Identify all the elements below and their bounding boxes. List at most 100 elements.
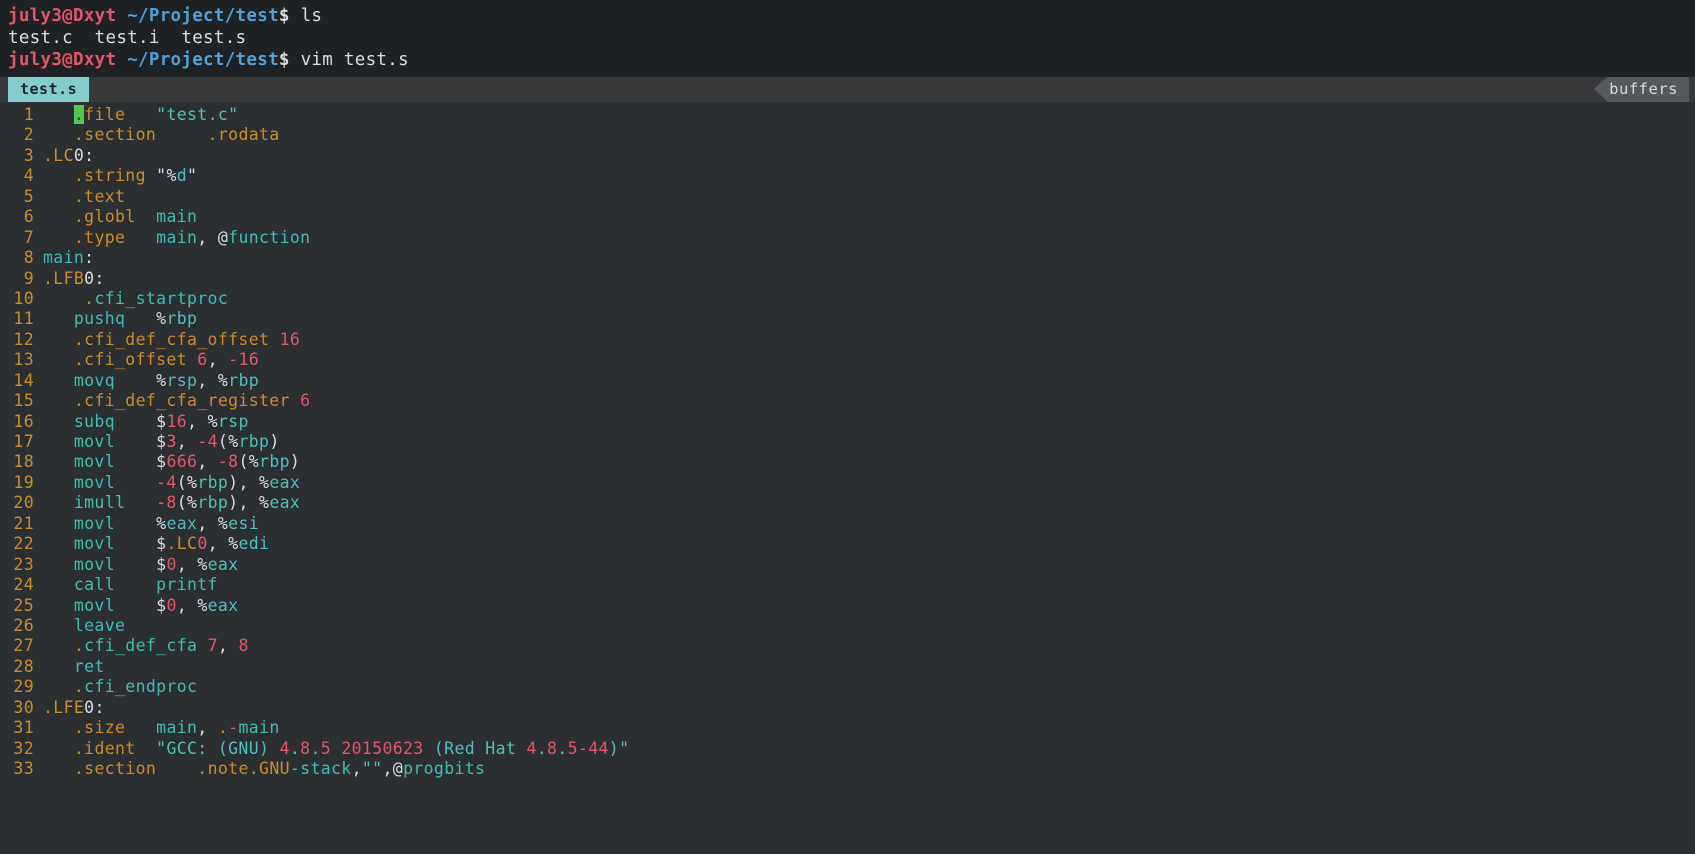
code-token: % (187, 472, 198, 492)
editor-line[interactable]: 30 .LFE0: (0, 698, 1695, 718)
code-token: ret (73, 656, 105, 676)
editor-line[interactable]: 12 .cfi_def_cfa_offset 16 (0, 330, 1695, 350)
code-token: "" (361, 759, 383, 778)
editor-line[interactable]: 16 subq $16, %rsp (0, 412, 1695, 432)
code-token: % (197, 595, 208, 615)
code-token: rsp (217, 411, 249, 431)
editor-line[interactable]: 32 .ident "GCC: (GNU) 4.8.5 20150623 (Re… (0, 739, 1695, 759)
editor-line[interactable]: 15 .cfi_def_cfa_register 6 (0, 391, 1695, 411)
code-token: . (217, 718, 229, 738)
code-token: % (156, 513, 167, 533)
editor-line[interactable]: 29 .cfi_endproc (0, 677, 1695, 697)
editor-line[interactable]: 9 .LFB0: (0, 269, 1695, 289)
editor-line[interactable]: 8 main: (0, 248, 1695, 268)
code-token: -8 (217, 452, 239, 472)
code-token: 0 (166, 595, 177, 615)
code-token: 6 (300, 391, 311, 411)
code-token: 666 (166, 452, 198, 472)
code-token: rodata (217, 125, 280, 145)
code-token: , (197, 452, 218, 472)
editor-line[interactable]: 4 .string "%d" (0, 166, 1695, 186)
buffers-indicator[interactable]: buffers (1594, 77, 1689, 102)
code-token: main (156, 227, 198, 247)
code-token: , (197, 718, 218, 738)
code-token: % (228, 534, 239, 554)
code-token: . (73, 186, 85, 206)
code-token: ), (228, 472, 260, 492)
code-token: LFB (53, 268, 85, 288)
editor-line[interactable]: 6 .globl main (0, 207, 1695, 227)
line-number: 6 (23, 207, 34, 227)
editor-line[interactable]: 33 .section .note.GNU-stack,"",@progbits (0, 759, 1695, 779)
editor-line[interactable]: 14 movq %rsp, %rbp (0, 371, 1695, 391)
editor-line[interactable]: 24 call printf (0, 575, 1695, 595)
code-token: cfi_startproc (94, 288, 229, 308)
editor-line[interactable]: 17 movl $3, -4(%rbp) (0, 432, 1695, 452)
line-number: 12 (13, 329, 34, 349)
line-number: 21 (13, 513, 34, 533)
code-token: cfi_offset (84, 350, 187, 370)
editor-line[interactable]: 1 .file "test.c" (0, 105, 1695, 125)
prompt-vim: july3@Dxyt ~/Project/test$ vim test.s (8, 49, 1687, 71)
code-token: . (557, 738, 568, 758)
editor-buffer[interactable]: 1 .file "test.c" 2 .section .rodata 3 .LC0:… (0, 102, 1695, 780)
tab-test-s[interactable]: test.s (8, 77, 90, 102)
code-token: LFE (53, 697, 85, 717)
editor-line[interactable]: 25 movl $0, %eax (0, 596, 1695, 616)
code-token: . (73, 636, 85, 656)
line-number: 16 (13, 411, 34, 431)
code-token: 6 (197, 350, 208, 370)
editor-line[interactable]: 23 movl $0, %eax (0, 555, 1695, 575)
editor-line[interactable]: 27 .cfi_def_cfa 7, 8 (0, 636, 1695, 656)
code-token: subq (73, 411, 115, 431)
line-number: 32 (13, 738, 34, 758)
code-token: )" (608, 738, 630, 758)
code-token: . (73, 207, 85, 227)
editor-line[interactable]: 3 .LC0: (0, 146, 1695, 166)
code-token: cfi_def_cfa_offset (84, 329, 270, 349)
code-token: $ (156, 554, 167, 574)
code-token: globl (84, 207, 136, 227)
editor-line[interactable]: 28 ret (0, 657, 1695, 677)
chevron-left-icon (1594, 77, 1608, 101)
code-token: . (43, 697, 54, 717)
editor-line[interactable]: 19 movl -4(%rbp), %eax (0, 473, 1695, 493)
shell-token (116, 6, 127, 26)
code-token: main (238, 718, 280, 738)
editor-line[interactable]: 22 movl $.LC0, %edi (0, 534, 1695, 554)
code-token: . (73, 350, 85, 370)
editor-line[interactable]: 10 .cfi_startproc (0, 289, 1695, 309)
editor-line[interactable]: 31 .size main, .-main (0, 718, 1695, 738)
editor-line[interactable]: 5 .text (0, 187, 1695, 207)
editor-line[interactable]: 11 pushq %rbp (0, 309, 1695, 329)
code-token: section (84, 759, 157, 778)
line-number: 7 (23, 227, 34, 247)
line-number: 29 (13, 677, 34, 697)
code-token: 8 (238, 636, 249, 656)
editor-line[interactable]: 13 .cfi_offset 6, -16 (0, 350, 1695, 370)
editor-line[interactable]: 26 leave (0, 616, 1695, 636)
code-token: . (84, 288, 95, 308)
editor-line[interactable]: 2 .section .rodata (0, 125, 1695, 145)
editor-line[interactable]: 7 .type main, @function (0, 228, 1695, 248)
editor-line[interactable]: 21 movl %eax, %esi (0, 514, 1695, 534)
editor-line[interactable]: 20 imull -8(%rbp), %eax (0, 493, 1695, 513)
code-token: , (217, 636, 239, 656)
editor-line[interactable]: 18 movl $666, -8(%rbp) (0, 452, 1695, 472)
